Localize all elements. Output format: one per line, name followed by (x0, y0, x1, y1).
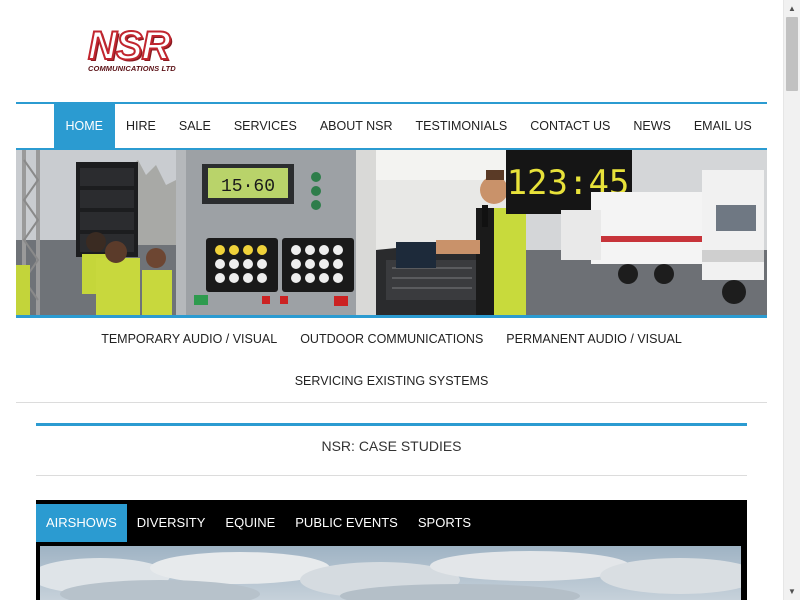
services-navigation: TEMPORARY AUDIO / VISUAL OUTDOOR COMMUNI… (16, 320, 767, 403)
tab-diversity[interactable]: DIVERSITY (127, 504, 216, 542)
hero-banner: 15·60 123:45 (16, 150, 767, 315)
nav-item-home[interactable]: HOME (54, 104, 115, 148)
scrollbar-thumb[interactable] (786, 17, 798, 91)
case-study-image (40, 546, 741, 600)
site-logo[interactable]: NSR COMMUNICATIONS LTD (87, 24, 192, 74)
case-studies-tabs-panel: AIRSHOWS DIVERSITY EQUINE PUBLIC EVENTS … (36, 500, 747, 600)
nav-item-email[interactable]: EMAIL US (682, 104, 763, 148)
case-studies-bottom-rule (36, 475, 747, 476)
nav-item-services[interactable]: SERVICES (222, 104, 308, 148)
nav-item-hire[interactable]: HIRE (115, 104, 168, 148)
nav-item-testimonials[interactable]: TESTIMONIALS (404, 104, 519, 148)
chevron-up-icon[interactable]: ▲ (784, 0, 800, 17)
panel-display-readout: 15·60 (221, 177, 275, 197)
nav-item-about[interactable]: ABOUT NSR (308, 104, 404, 148)
banner-collage-image: 15·60 123:45 (16, 150, 767, 315)
case-studies-title: NSR: CASE STUDIES (321, 438, 462, 454)
tab-equine[interactable]: EQUINE (215, 504, 285, 542)
subnav-temporary-av[interactable]: TEMPORARY AUDIO / VISUAL (90, 320, 289, 358)
logo-tagline: COMMUNICATIONS LTD (88, 64, 176, 73)
tab-sports[interactable]: SPORTS (408, 504, 481, 542)
logo-wordmark: NSR (87, 24, 171, 68)
case-studies-top-rule (36, 423, 747, 426)
nav-item-contact[interactable]: CONTACT US (519, 104, 622, 148)
nav-item-news[interactable]: NEWS (622, 104, 683, 148)
banner-accent-bar (16, 315, 767, 318)
main-navigation: HOME HIRE SALE SERVICES ABOUT NSR TESTIM… (16, 102, 767, 150)
subnav-servicing[interactable]: SERVICING EXISTING SYSTEMS (283, 362, 500, 400)
tab-airshows[interactable]: AIRSHOWS (36, 504, 127, 542)
subnav-permanent-av[interactable]: PERMANENT AUDIO / VISUAL (495, 320, 694, 358)
tab-public-events[interactable]: PUBLIC EVENTS (285, 504, 408, 542)
subnav-outdoor-comms[interactable]: OUTDOOR COMMUNICATIONS (289, 320, 495, 358)
chevron-down-icon[interactable]: ▼ (784, 583, 800, 600)
case-studies-tab-bar: AIRSHOWS DIVERSITY EQUINE PUBLIC EVENTS … (36, 504, 481, 542)
nav-item-sale[interactable]: SALE (167, 104, 222, 148)
page-scrollbar[interactable]: ▲ ▼ (783, 0, 800, 600)
